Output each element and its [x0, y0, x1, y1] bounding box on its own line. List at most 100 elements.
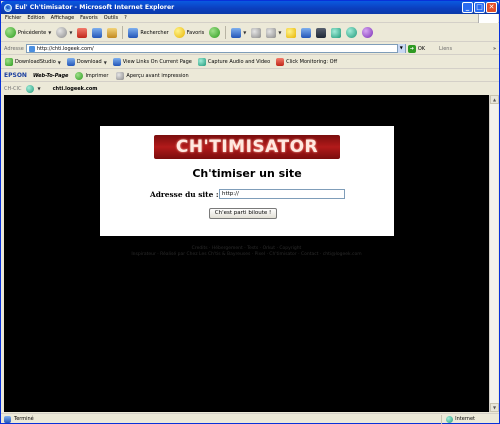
extra-dropdown-icon[interactable]: ▼ — [38, 86, 41, 91]
stop-button[interactable] — [76, 26, 88, 40]
menu-favorites[interactable]: Favoris — [80, 15, 98, 21]
site-url-input[interactable]: http:// — [219, 189, 345, 199]
discuss-button[interactable] — [285, 26, 297, 40]
preview-icon — [116, 71, 125, 80]
star-icon — [173, 27, 185, 38]
messenger-icon — [301, 27, 312, 38]
search-icon — [128, 27, 139, 38]
download-studio-dropdown-icon[interactable]: ▼ — [58, 60, 61, 65]
back-arrow-icon — [5, 27, 16, 38]
minimize-button[interactable]: _ — [462, 2, 473, 13]
addon-button-1[interactable] — [330, 26, 342, 40]
footer-links[interactable]: Credits · Hébergement · Tests · Orkut · … — [4, 246, 489, 251]
research-icon — [316, 27, 327, 38]
forward-dropdown-icon[interactable]: ▼ — [69, 30, 72, 35]
capture-label: Capture Audio and Video — [207, 59, 271, 65]
search-label: Rechercher — [140, 29, 169, 36]
chtimisator-logo: CH'TIMISATOR — [154, 135, 340, 159]
back-button[interactable]: Précédente ▼ — [4, 26, 52, 40]
download-label: Download — [76, 59, 102, 65]
back-dropdown-icon[interactable]: ▼ — [48, 30, 51, 35]
puzzle-icon — [331, 27, 342, 38]
downloadstudio-icon — [5, 58, 13, 66]
print-icon — [75, 71, 84, 80]
edit-button[interactable]: ▼ — [265, 26, 282, 40]
page-favicon-icon — [28, 45, 35, 52]
history-button[interactable] — [208, 26, 221, 40]
download-button[interactable]: Download ▼ — [66, 55, 108, 69]
links-label[interactable]: Liens — [439, 46, 452, 52]
capture-icon — [197, 58, 206, 66]
footer-credits[interactable]: Inspirateur · Réalisé par Chez Les Ch'ti… — [4, 252, 489, 257]
browser-window: e Eul' Ch'timisator - Microsoft Internet… — [0, 0, 500, 424]
menu-file[interactable]: Fichier — [5, 15, 21, 21]
epson-print-button[interactable]: Imprimer — [74, 69, 109, 83]
mail-dropdown-icon[interactable]: ▼ — [243, 30, 246, 35]
epson-logo: EPSON — [4, 72, 27, 79]
chtimiser-form-card: CH'TIMISATOR Ch'timiser un site Adresse … — [100, 126, 394, 236]
maximize-button[interactable]: □ — [474, 2, 485, 13]
address-dropdown-icon[interactable]: ▼ — [396, 44, 405, 53]
menu-tools[interactable]: Outils — [104, 15, 118, 21]
research-button[interactable] — [315, 26, 327, 40]
stop-icon — [77, 27, 88, 38]
search-button[interactable]: Rechercher — [127, 26, 169, 40]
messenger-button[interactable] — [300, 26, 312, 40]
page-title: Ch'timiser un site — [192, 167, 302, 180]
edit-icon — [266, 27, 277, 38]
status-text: Terminé — [14, 416, 34, 422]
vertical-scrollbar[interactable]: ▲ ▼ — [489, 95, 499, 412]
zone-label: Internet — [455, 416, 475, 422]
standard-toolbar: Précédente ▼ ▼ Rechercher Favoris ▼ ▼ — [1, 24, 499, 42]
scroll-down-icon[interactable]: ▼ — [490, 403, 499, 412]
scroll-up-icon[interactable]: ▲ — [490, 95, 499, 104]
address-label: Adresse — [4, 45, 24, 52]
addon-button-2[interactable] — [345, 26, 358, 40]
go-button[interactable]: OK — [418, 46, 425, 52]
windows-logo-icon — [478, 14, 498, 23]
download-studio-label: DownloadStudio — [15, 59, 56, 65]
view-links-button[interactable]: View Links On Current Page — [112, 55, 193, 69]
close-button[interactable]: ✕ — [486, 2, 497, 13]
address-url: http://chti.logeek.com/ — [36, 45, 94, 52]
epson-print-label: Imprimer — [85, 72, 109, 79]
forward-button[interactable]: ▼ — [55, 26, 73, 40]
mail-button[interactable]: ▼ — [230, 26, 247, 40]
click-monitoring-label: Click Monitoring: Off — [286, 59, 338, 65]
print-button[interactable] — [250, 26, 262, 40]
page-viewport: CH'TIMISATOR Ch'timiser un site Adresse … — [4, 95, 489, 412]
security-zone: Internet — [441, 414, 499, 424]
links-chevron[interactable]: » — [493, 46, 496, 52]
submit-button[interactable]: Ch'est parti biloute ! — [209, 208, 277, 219]
menu-edit[interactable]: Edition — [27, 15, 44, 21]
click-monitoring-button[interactable]: Click Monitoring: Off — [275, 55, 338, 69]
favorites-button[interactable]: Favoris — [173, 26, 206, 40]
view-links-label: View Links On Current Page — [122, 59, 192, 65]
edit-dropdown-icon[interactable]: ▼ — [278, 30, 281, 35]
menu-bar: Fichier Edition Affichage Favoris Outils… — [1, 14, 499, 23]
mail-icon — [231, 27, 242, 38]
go-arrow-icon[interactable]: ➜ — [407, 44, 416, 53]
addon-button-3[interactable] — [361, 26, 374, 40]
download-dropdown-icon[interactable]: ▼ — [104, 60, 107, 65]
download-studio-button[interactable]: DownloadStudio ▼ — [4, 55, 62, 69]
toolbar-separator — [122, 26, 124, 39]
extra-toolbar-label: CH-CIC — [4, 85, 22, 92]
address-input[interactable]: http://chti.logeek.com/ ▼ — [25, 44, 406, 53]
site-url-label: Adresse du site : — [150, 190, 219, 199]
extra-toolbar-domain: chti.logeek.com — [52, 85, 98, 92]
title-bar[interactable]: e Eul' Ch'timisator - Microsoft Internet… — [1, 1, 499, 14]
history-icon — [209, 27, 221, 38]
links-icon — [112, 58, 121, 66]
page-done-icon — [4, 415, 11, 423]
capture-button[interactable]: Capture Audio and Video — [197, 55, 271, 69]
menu-help[interactable]: ? — [124, 15, 127, 21]
print-preview-button[interactable]: Aperçu avant impression — [115, 69, 189, 83]
ie-icon: e — [4, 3, 12, 12]
home-icon — [107, 27, 118, 38]
refresh-button[interactable] — [91, 26, 103, 40]
home-button[interactable] — [106, 26, 118, 40]
globe-small-icon[interactable] — [25, 84, 34, 93]
menu-view[interactable]: Affichage — [51, 15, 75, 21]
download-icon — [66, 58, 75, 66]
